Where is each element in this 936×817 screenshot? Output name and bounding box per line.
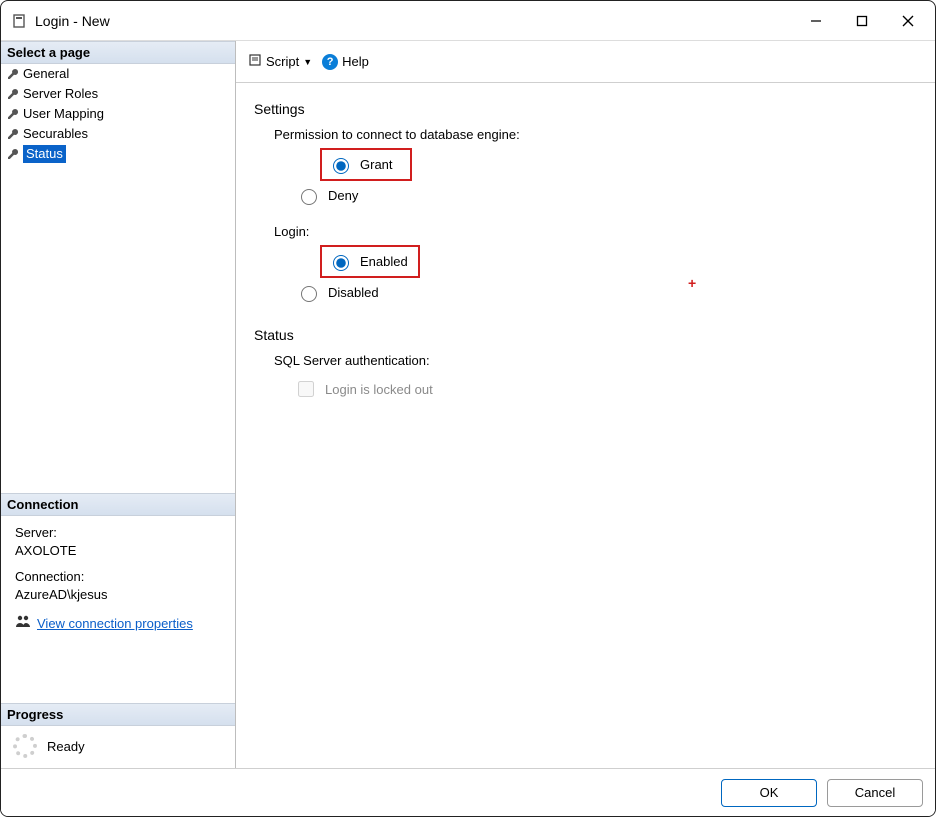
wrench-icon [5, 126, 21, 142]
cancel-label: Cancel [855, 785, 895, 800]
login-label: Login: [274, 224, 921, 239]
red-plus-marker: + [688, 275, 696, 291]
page-item-label: User Mapping [23, 105, 104, 123]
locked-out-checkbox: Login is locked out [294, 378, 921, 400]
radio-deny[interactable]: Deny [290, 181, 921, 210]
people-icon [15, 614, 31, 633]
connection-value: AzureAD\kjesus [15, 586, 225, 604]
help-button[interactable]: ? Help [320, 51, 371, 73]
connection-header: Connection [1, 493, 235, 516]
locked-out-label: Login is locked out [325, 382, 433, 397]
radio-enabled-label: Enabled [360, 254, 408, 269]
wrench-icon [5, 66, 21, 82]
page-item-label: Server Roles [23, 85, 98, 103]
progress-section: Ready [1, 726, 235, 768]
app-icon [11, 13, 27, 29]
radio-disabled-label: Disabled [328, 285, 379, 300]
login-new-window: Login - New Select a page General Server… [0, 0, 936, 817]
progress-header: Progress [1, 703, 235, 726]
page-item-label: General [23, 65, 69, 83]
locked-out-input [298, 381, 314, 397]
wrench-icon [5, 106, 21, 122]
settings-title: Settings [254, 101, 921, 117]
ok-label: OK [760, 785, 779, 800]
right-panel: Script ▼ ? Help Settings Permission to c… [236, 41, 935, 768]
ok-button[interactable]: OK [721, 779, 817, 807]
progress-status: Ready [47, 739, 85, 754]
script-label: Script [266, 54, 299, 69]
select-page-header: Select a page [1, 41, 235, 64]
connection-section: Server: AXOLOTE Connection: AzureAD\kjes… [1, 516, 235, 643]
help-label: Help [342, 54, 369, 69]
radio-disabled-input[interactable] [301, 286, 317, 302]
toolbar: Script ▼ ? Help [236, 41, 935, 83]
view-connection-properties-link[interactable]: View connection properties [37, 615, 193, 633]
radio-grant-label: Grant [360, 157, 393, 172]
radio-grant-input[interactable] [333, 158, 349, 174]
permission-label: Permission to connect to database engine… [274, 127, 921, 142]
page-list: General Server Roles User Mapping Secura… [1, 64, 235, 493]
radio-deny-label: Deny [328, 188, 358, 203]
page-item-user-mapping[interactable]: User Mapping [1, 104, 235, 124]
minimize-button[interactable] [793, 5, 839, 37]
page-item-server-roles[interactable]: Server Roles [1, 84, 235, 104]
bottom-bar: OK Cancel [1, 768, 935, 816]
server-value: AXOLOTE [15, 542, 225, 560]
help-icon: ? [322, 54, 338, 70]
content-area: Settings Permission to connect to databa… [236, 83, 935, 768]
radio-enabled-input[interactable] [333, 255, 349, 271]
sql-auth-label: SQL Server authentication: [274, 353, 921, 368]
page-item-general[interactable]: General [1, 64, 235, 84]
connection-label: Connection: [15, 568, 225, 586]
radio-grant[interactable]: Grant [320, 148, 412, 181]
close-button[interactable] [885, 5, 931, 37]
wrench-icon [5, 146, 21, 162]
window-title: Login - New [35, 13, 110, 29]
status-title: Status [254, 327, 921, 343]
spinner-icon [13, 734, 37, 758]
page-item-label: Status [23, 145, 66, 163]
titlebar: Login - New [1, 1, 935, 41]
radio-disabled[interactable]: Disabled [290, 278, 921, 307]
script-button[interactable]: Script ▼ [246, 50, 314, 73]
maximize-button[interactable] [839, 5, 885, 37]
wrench-icon [5, 86, 21, 102]
page-item-label: Securables [23, 125, 88, 143]
radio-enabled[interactable]: Enabled [320, 245, 420, 278]
page-item-securables[interactable]: Securables [1, 124, 235, 144]
script-icon [248, 53, 262, 70]
chevron-down-icon: ▼ [303, 57, 312, 67]
page-item-status[interactable]: Status [1, 144, 235, 164]
cancel-button[interactable]: Cancel [827, 779, 923, 807]
radio-deny-input[interactable] [301, 189, 317, 205]
server-label: Server: [15, 524, 225, 542]
left-panel: Select a page General Server Roles User … [1, 41, 236, 768]
